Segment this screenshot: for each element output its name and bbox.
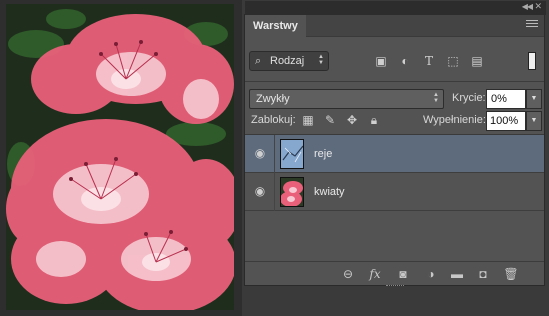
updown-arrows-icon: ▲ ▼	[318, 54, 324, 66]
collapse-icon[interactable]: ◀◀	[522, 2, 533, 11]
panel-header-bar: ◀◀ ✕	[245, 1, 546, 15]
lock-all-icon[interactable]: 🔒︎	[367, 113, 381, 127]
blend-mode-value: Zwykły	[256, 93, 290, 105]
mask-icon[interactable]: ◙	[395, 266, 411, 282]
lock-transparency-icon[interactable]: ▦	[301, 113, 315, 127]
layer-filter-select[interactable]: ⌕ Rodzaj ▲ ▼	[249, 51, 329, 71]
lock-brush-icon[interactable]: ✎	[323, 113, 337, 127]
eye-icon: ◉	[254, 184, 266, 198]
opacity-field[interactable]: 0%	[486, 89, 526, 109]
visibility-toggle[interactable]: ◉	[245, 135, 275, 173]
type-filter-icon[interactable]: T	[421, 53, 437, 69]
layer-row-reje[interactable]: ◉ reje	[245, 135, 544, 173]
adjustment-icon[interactable]: ◑	[423, 266, 439, 282]
filter-toggle[interactable]	[528, 52, 536, 70]
layer-thumbnail	[280, 177, 304, 207]
fill-label: Wypełnienie:	[423, 114, 486, 126]
layers-list: ◉ reje ◉ kwiaty	[245, 134, 544, 262]
search-icon: ⌕	[255, 55, 262, 67]
fill-field[interactable]: 100%	[486, 111, 526, 131]
pixel-filter-icon[interactable]: ▣	[373, 53, 389, 69]
lock-position-icon[interactable]: ✥	[345, 113, 359, 127]
divider	[245, 81, 544, 82]
filter-row: ⌕ Rodzaj ▲ ▼ ▣ ◐ T ⬚ ▤	[245, 51, 544, 71]
lock-row: Zablokuj: ▦ ✎ ✥ 🔒︎ Wypełnienie: 100% ▼	[245, 109, 544, 131]
layers-panel: ◀◀ ✕ Warstwy ⌕ Rodzaj ▲ ▼ ▣ ◐ T ⬚ ▤ Zwykł…	[244, 1, 546, 288]
close-icon[interactable]: ✕	[534, 1, 542, 12]
panel-menu-icon[interactable]	[526, 20, 538, 30]
panel-tabbar: Warstwy	[245, 15, 544, 37]
updown-arrows-icon: ▲ ▼	[433, 92, 439, 104]
opacity-label: Krycie:	[452, 92, 486, 104]
document-canvas[interactable]	[0, 0, 242, 316]
layer-name[interactable]: kwiaty	[314, 186, 345, 198]
adjustment-filter-icon[interactable]: ◐	[397, 53, 413, 69]
opacity-dropdown-icon[interactable]: ▼	[526, 89, 542, 109]
filter-select-value: Rodzaj	[270, 55, 305, 67]
flower-photo	[6, 4, 234, 310]
blend-row: Zwykły ▲ ▼ Krycie: 0% ▼	[245, 89, 544, 109]
blend-mode-select[interactable]: Zwykły ▲ ▼	[249, 89, 444, 109]
visibility-toggle[interactable]: ◉	[245, 173, 275, 211]
fill-dropdown-icon[interactable]: ▼	[526, 111, 542, 131]
tab-layers[interactable]: Warstwy	[245, 15, 306, 37]
resize-grip[interactable]	[386, 285, 404, 288]
trash-icon[interactable]: 🗑︎	[503, 266, 519, 282]
eye-icon: ◉	[254, 146, 266, 160]
layer-row-kwiaty[interactable]: ◉ kwiaty	[245, 173, 544, 211]
folder-icon[interactable]: ▬	[449, 266, 465, 282]
new-layer-icon[interactable]: ◘	[475, 266, 491, 282]
panel-footer: ⊖ fx ◙ ◑ ▬ ◘ 🗑︎	[245, 261, 544, 288]
link-icon[interactable]: ⊖	[340, 266, 356, 282]
layer-thumbnail	[280, 139, 304, 169]
fx-icon[interactable]: fx	[367, 266, 383, 282]
smart-object-filter-icon[interactable]: ▤	[469, 53, 485, 69]
layer-name[interactable]: reje	[314, 148, 332, 160]
lock-label: Zablokuj:	[251, 114, 296, 126]
shape-filter-icon[interactable]: ⬚	[445, 53, 461, 69]
